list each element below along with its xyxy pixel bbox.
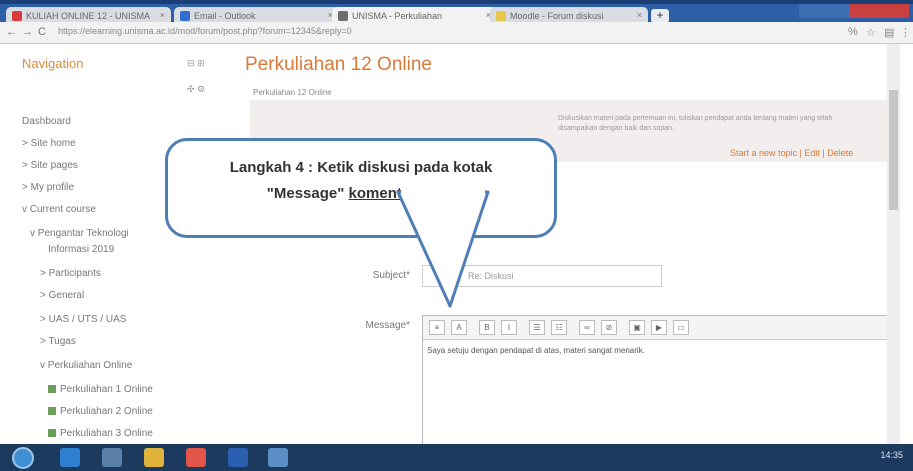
tab-label: KULIAH ONLINE 12 - UNISMA — [26, 11, 151, 21]
callout-pointer — [396, 186, 490, 308]
word-icon[interactable] — [228, 448, 248, 467]
forward-icon[interactable]: → — [22, 26, 33, 38]
new-tab-button[interactable]: + — [651, 9, 669, 23]
paint-icon[interactable] — [268, 448, 288, 467]
favicon-icon — [338, 11, 348, 21]
tab-label: Email - Outlook — [194, 11, 256, 21]
minimize-button[interactable] — [799, 4, 849, 18]
page-content: Navigation ⊟ ⊞ ✣ ⚙ Dashboard > Site home… — [0, 44, 913, 444]
bookmark-icon[interactable]: ▤ — [884, 26, 894, 39]
favicon-icon — [180, 11, 190, 21]
folder-icon[interactable] — [144, 448, 164, 467]
tab-label: Moodle - Forum diskusi — [510, 11, 604, 21]
window-close-button[interactable] — [849, 4, 909, 18]
close-icon[interactable]: × — [160, 10, 165, 20]
url-input[interactable]: https://elearning.unisma.ac.id/mod/forum… — [58, 26, 818, 40]
reload-icon[interactable]: C — [38, 26, 46, 38]
tab-label: UNISMA - Perkuliahan — [352, 11, 443, 21]
star-icon[interactable]: ☆ — [866, 26, 876, 39]
menu-icon[interactable]: ⋮ — [900, 26, 911, 39]
chrome-icon[interactable] — [186, 448, 206, 467]
system-tray-clock[interactable]: 14:35 — [880, 450, 903, 460]
close-icon[interactable]: × — [637, 10, 642, 20]
browser-tab-bar: KULIAH ONLINE 12 - UNISMA × Email - Outl… — [0, 0, 913, 26]
back-icon[interactable]: ← — [6, 26, 17, 38]
os-taskbar: 14:35 — [0, 444, 913, 471]
favicon-icon — [12, 11, 22, 21]
address-bar: ← → C https://elearning.unisma.ac.id/mod… — [0, 22, 913, 44]
media-player-icon[interactable] — [102, 448, 122, 467]
start-button[interactable] — [12, 447, 34, 469]
browser-icon[interactable] — [60, 448, 80, 467]
zoom-icon[interactable]: % — [848, 26, 858, 38]
favicon-icon — [496, 11, 506, 21]
